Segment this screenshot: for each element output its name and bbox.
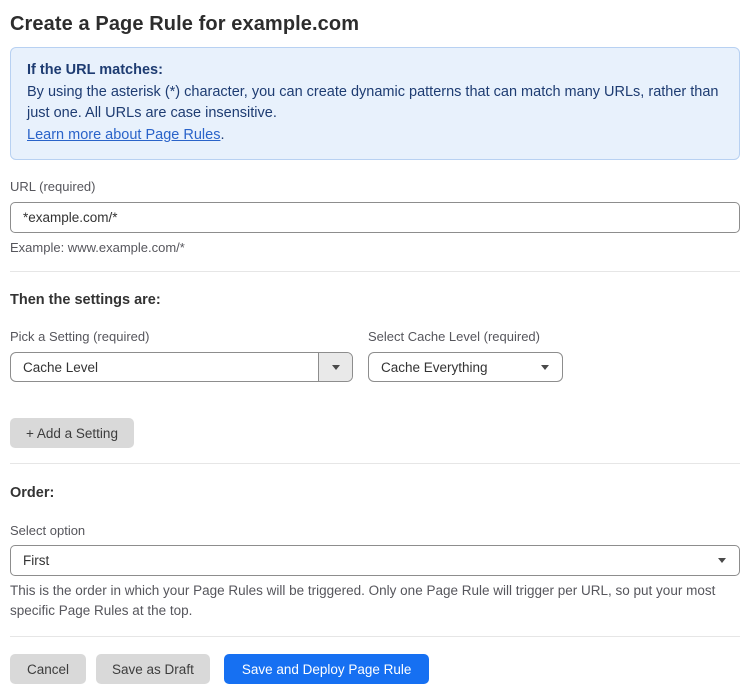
url-label: URL (required) — [10, 179, 96, 194]
order-help-text: This is the order in which your Page Rul… — [10, 583, 716, 618]
save-draft-button[interactable]: Save as Draft — [96, 654, 210, 684]
save-deploy-button[interactable]: Save and Deploy Page Rule — [223, 654, 430, 684]
order-select-arrow — [718, 558, 739, 563]
cache-level-group: Select Cache Level (required) Cache Ever… — [368, 329, 563, 382]
info-box-body: By using the asterisk (*) character, you… — [27, 83, 719, 122]
cancel-button[interactable]: Cancel — [10, 654, 87, 684]
footer-buttons: Cancel Save as Draft Save and Deploy Pag… — [10, 654, 740, 684]
info-box-link-line: Learn more about Page Rules. — [27, 125, 723, 147]
order-select-label: Select option — [10, 523, 86, 538]
cache-level-label: Select Cache Level (required) — [368, 329, 540, 344]
order-select[interactable]: First — [10, 545, 740, 576]
page-title: Create a Page Rule for example.com — [10, 13, 360, 35]
divider-order-footer — [10, 636, 740, 637]
divider-settings-order — [10, 463, 740, 464]
url-input[interactable] — [10, 202, 740, 233]
settings-row: Pick a Setting (required) Cache Level Se… — [10, 329, 740, 382]
learn-more-link[interactable]: Learn more about Page Rules — [27, 127, 220, 143]
info-box-heading: If the URL matches: — [27, 62, 163, 78]
chevron-down-icon — [331, 364, 340, 370]
link-suffix: . — [220, 126, 225, 143]
url-hint: Example: www.example.com/* — [10, 240, 185, 255]
settings-heading: Then the settings are: — [10, 292, 161, 308]
order-heading: Order: — [10, 485, 55, 501]
setting-picker-label: Pick a Setting (required) — [10, 329, 150, 344]
setting-picker-dropdown[interactable]: Cache Level — [10, 352, 353, 382]
chevron-down-icon — [718, 558, 726, 563]
divider-url-settings — [10, 271, 740, 272]
page-rule-form: Create a Page Rule for example.com If th… — [0, 0, 750, 691]
setting-picker-group: Pick a Setting (required) Cache Level — [10, 329, 353, 382]
chevron-down-icon — [541, 364, 549, 370]
setting-picker-value: Cache Level — [23, 359, 99, 375]
order-select-value: First — [23, 553, 50, 568]
setting-picker-arrow-button[interactable] — [318, 353, 352, 381]
add-setting-button[interactable]: + Add a Setting — [10, 418, 134, 448]
cache-level-arrow — [533, 353, 562, 381]
info-box: If the URL matches: By using the asteris… — [10, 47, 740, 160]
cache-level-value: Cache Everything — [381, 359, 488, 375]
cache-level-dropdown[interactable]: Cache Everything — [368, 352, 563, 382]
